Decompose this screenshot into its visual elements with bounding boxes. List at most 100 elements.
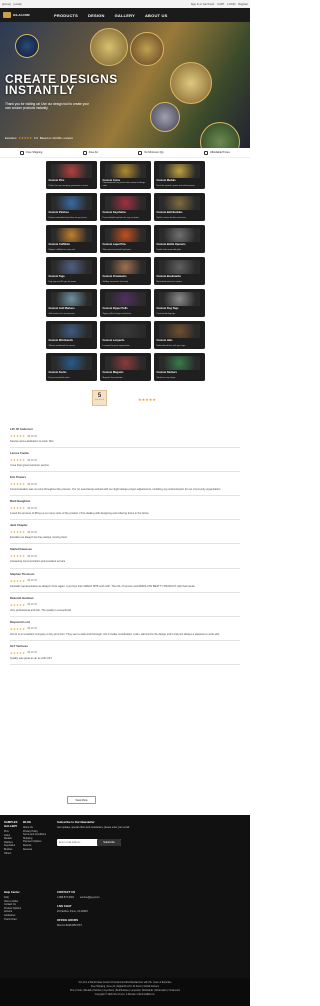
product-image: [50, 356, 92, 370]
product-title: Custom Golf Markers: [48, 307, 75, 310]
product-card[interactable]: Custom Zipper Pulls Zipper pulls for bags…: [99, 289, 151, 317]
star-icon: ★★★★★: [10, 554, 26, 559]
product-card[interactable]: Custom Golf Markers Golf markers for tour…: [45, 289, 97, 317]
footer-gallery-column: SAMPLES GALLERY Pins Coins Medals Patche…: [4, 820, 20, 855]
coin-decoration: [200, 122, 240, 148]
review-text: I love their great customer service: [10, 464, 49, 468]
coin-decoration: [15, 34, 39, 58]
product-card[interactable]: Custom Bookmarks Metal bookmarks for read…: [153, 257, 205, 285]
product-desc: Customized dog tags: [156, 312, 176, 315]
nav-item-about[interactable]: ABOUT US: [140, 13, 173, 18]
view-more-button[interactable]: View More: [67, 796, 96, 804]
register-link[interactable]: Register: [238, 3, 248, 6]
product-image: [104, 196, 146, 210]
rating-source: Based on 10,000+ reviews: [39, 136, 73, 140]
phone-link[interactable]: [phone]: [2, 3, 11, 6]
reviewer-name: Jack Chapter: [10, 523, 28, 528]
star-icon: ★★★★★: [18, 136, 32, 140]
product-title: Custom Bottle Openers: [156, 243, 186, 246]
star-icon: ★★★★★: [10, 482, 26, 487]
product-card[interactable]: Custom Keychains Personalized keychains f…: [99, 193, 151, 221]
review-date: 08.16.20: [27, 651, 38, 655]
hero-banner[interactable]: CREATE DESIGNS INSTANTLY Thank you for vi…: [0, 22, 250, 148]
product-card[interactable]: Custom Belt Buckles Stylish custom buckle…: [153, 193, 205, 221]
footer-link[interactable]: Others: [4, 852, 20, 856]
footer-heading: Help Center: [4, 890, 20, 894]
reviewer-name: Mark Naughton: [10, 499, 31, 504]
product-grid: Custom Pins Perfect for any company, prom…: [0, 158, 250, 384]
product-card[interactable]: Custom Lanyards Lanyards for your organiz…: [99, 321, 151, 349]
subscribe-title: Subscribe to Our Newsletter: [57, 820, 95, 824]
footer-link[interactable]: Track Order: [4, 918, 22, 922]
product-image: [158, 196, 200, 210]
product-card[interactable]: Custom Patches Unique embroidered patches…: [45, 193, 97, 221]
site-footer: SAMPLES GALLERY Pins Coins Medals Patche…: [0, 815, 250, 1006]
product-desc: Embroidered hats with your logo: [156, 344, 186, 347]
product-card[interactable]: Custom Lapel Pins Show your brand with la…: [99, 225, 151, 253]
review-item: Deborah Hartman ★★★★★ 08.16.20 Very profess…: [10, 593, 240, 617]
review-text: Fantastic representation as always! Once…: [10, 584, 196, 588]
review-item: GLT Ventures ★★★★★ 08.16.20 Quality was gre…: [10, 641, 240, 665]
product-card[interactable]: Custom Wristbands Silicone wristbands for…: [45, 321, 97, 349]
contact-phone[interactable]: 1-888-573-0001: [57, 896, 74, 899]
product-card[interactable]: Custom Cufflinks Elegant cufflinks for ev…: [45, 225, 97, 253]
feature-free-art: Free Art: [82, 150, 98, 155]
nav-item-products[interactable]: PRODUCTS: [49, 13, 83, 18]
review-date: 08.16.20: [27, 506, 38, 510]
login-link[interactable]: LOGIN: [227, 3, 235, 6]
product-desc: Elegant cufflinks for every suit: [48, 248, 76, 251]
nav-item-gallery[interactable]: GALLERY: [110, 13, 140, 18]
footer-heading: SAMPLES GALLERY: [4, 820, 18, 828]
product-title: Custom Zipper Pulls: [102, 307, 128, 310]
rating-text: Excellent: [5, 136, 17, 140]
email-link[interactable]: [email]: [14, 3, 22, 6]
review-date: 08.16.20: [27, 554, 38, 558]
review-meta: ★★★★★ 08.16.20: [10, 603, 240, 607]
signin-link[interactable]: Sign In or Get Fresh: [191, 3, 214, 6]
footer-heading: LIVE CHAT: [57, 904, 72, 908]
subscribe-button[interactable]: Subscribe: [97, 839, 121, 846]
product-desc: Dog tags and ID tags for teams: [48, 280, 77, 283]
review-date: 08.16.20: [27, 482, 38, 486]
product-card[interactable]: Custom Medals Great for awards, sports an…: [153, 161, 205, 189]
product-card[interactable]: Custom Ornaments Holiday ornaments for fa…: [99, 257, 151, 285]
nav-item-design[interactable]: DESIGN: [83, 13, 110, 18]
product-card[interactable]: Custom Bottle Openers Useful and memorabl…: [153, 225, 205, 253]
product-card[interactable]: Custom Dog Tags Customized dog tags: [153, 289, 205, 317]
product-card[interactable]: Custom Tags Dog tags and ID tags for team…: [45, 257, 97, 285]
product-card[interactable]: Custom Coins Commemorate any event with c…: [99, 161, 151, 189]
review-item: Starlett Hacusse ★★★★★ 08.16.20 Answering c…: [10, 544, 240, 569]
product-image: [158, 164, 200, 178]
footer-help-column: Help Center FAQ How to Order Contact Us …: [4, 890, 22, 921]
product-desc: Commemorate any event with custom challe…: [102, 182, 146, 187]
cart-link[interactable]: CART: [217, 3, 224, 6]
footer-link[interactable]: Reviews: [23, 848, 49, 852]
product-desc: Stickers in any shape: [156, 376, 176, 379]
product-card[interactable]: Custom Magnets Magnets for promotion: [99, 353, 151, 381]
review-date: 08.16.20: [27, 579, 38, 583]
footer-blog-column: BLOG About Us Privacy Policy Terms and C…: [23, 820, 49, 851]
product-title: Custom Hats: [156, 339, 173, 342]
review-meta: ★★★★★ 08.16.20: [10, 554, 240, 558]
site-logo[interactable]: GS-JJ.COM: [3, 12, 43, 18]
product-card[interactable]: Custom Hats Embroidered hats with your lo…: [153, 321, 205, 349]
product-desc: Golf markers for tournaments: [48, 312, 75, 315]
copyright: Copyright © 2020 GS-JJ.com, A Division o…: [94, 994, 156, 996]
review-date: 08.16.20: [27, 530, 38, 534]
product-card[interactable]: Custom Pins Perfect for any company, prom…: [45, 161, 97, 189]
product-card[interactable]: Custom Stickers Stickers in any shape: [153, 353, 205, 381]
review-meta: ★★★★★ 08.16.20: [10, 627, 240, 631]
footer-link[interactable]: Artwork Guidelines: [4, 910, 22, 917]
product-desc: Great for awards, sports and achievement…: [156, 184, 195, 187]
product-image: [50, 324, 92, 338]
contact-email[interactable]: service@gs-jj.com: [80, 896, 100, 899]
product-title: Custom Pins: [48, 179, 65, 182]
hero-title: CREATE DESIGNS INSTANTLY: [5, 72, 118, 97]
product-card[interactable]: Custom Socks Fun personalized socks: [45, 353, 97, 381]
review-text: Excellent as always! As they always runn…: [10, 536, 68, 540]
product-image: [50, 292, 92, 306]
review-item: Lenore Freida ★★★★★ 08.16.20 I love their g…: [10, 448, 240, 473]
star-icon: ★★★★★: [10, 578, 26, 583]
product-desc: Stylish custom buckles and more: [156, 216, 186, 219]
product-image: [104, 228, 146, 242]
